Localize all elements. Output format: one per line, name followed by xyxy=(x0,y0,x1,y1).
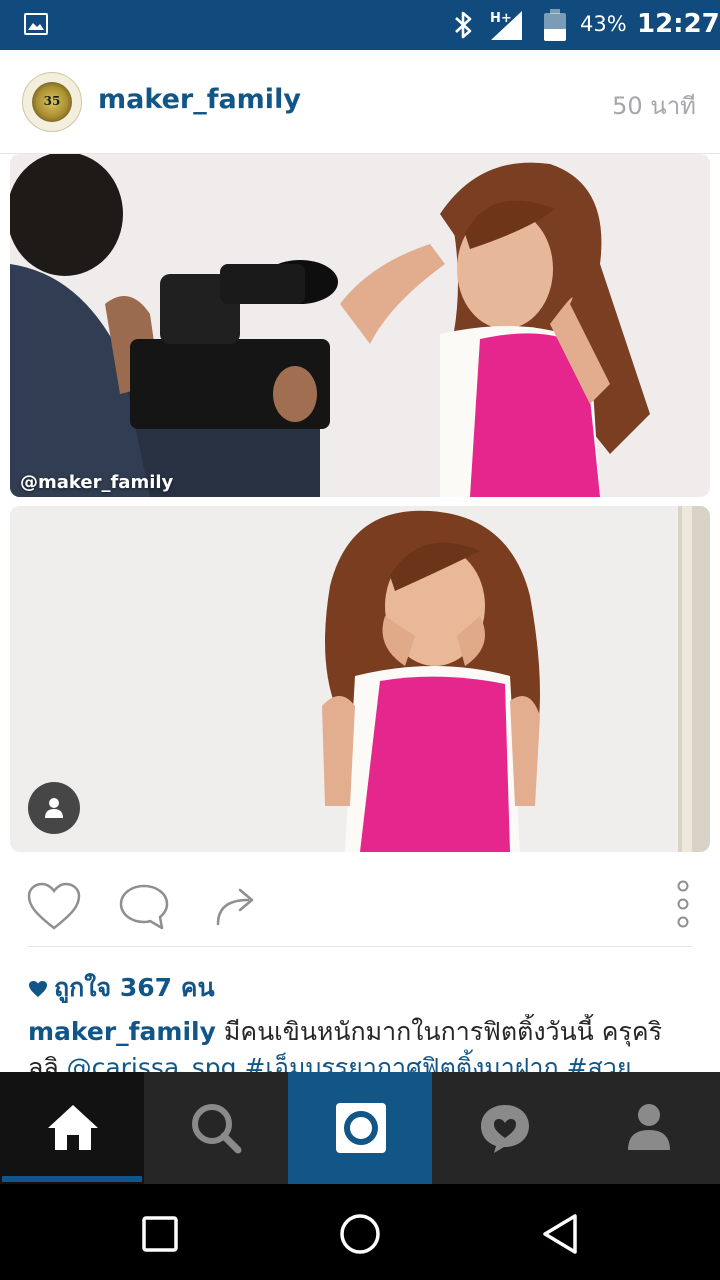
likes-text: ถูกใจ 367 คน xyxy=(54,973,215,1002)
post-header: 35 maker_family 50 นาที xyxy=(0,50,720,154)
tab-activity[interactable] xyxy=(432,1072,576,1184)
tab-profile[interactable] xyxy=(576,1072,720,1184)
caption-username[interactable]: maker_family xyxy=(28,1017,216,1046)
photo-watermark: @maker_family xyxy=(20,472,174,493)
share-icon[interactable] xyxy=(214,882,260,930)
battery-percent: 43% xyxy=(580,12,627,36)
more-options-icon[interactable] xyxy=(672,878,694,932)
search-icon xyxy=(192,1104,242,1154)
home-icon xyxy=(48,1105,98,1150)
bluetooth-icon xyxy=(455,11,472,39)
status-bar: H+ 43% 12:27 xyxy=(0,0,720,50)
profile-icon xyxy=(628,1104,670,1150)
post-photo-1[interactable]: @maker_family xyxy=(10,154,710,497)
avatar-logo: 35 xyxy=(32,82,72,122)
tab-home-indicator xyxy=(2,1176,142,1182)
likes-heart-icon xyxy=(29,981,47,997)
system-navigation-bar xyxy=(0,1184,720,1280)
recent-apps-icon[interactable] xyxy=(140,1214,180,1254)
home-button-icon[interactable] xyxy=(338,1212,382,1256)
avatar[interactable]: 35 xyxy=(22,72,82,132)
post-time: 50 นาที xyxy=(612,92,696,120)
gallery-notification-icon xyxy=(24,13,48,35)
person-tag-icon xyxy=(45,798,63,818)
bottom-tab-bar xyxy=(0,1072,720,1184)
activity-heart-icon xyxy=(481,1105,529,1153)
post-photo-2[interactable] xyxy=(10,506,710,852)
tab-camera[interactable] xyxy=(288,1072,432,1184)
likes-count[interactable]: ถูกใจ 367 คน xyxy=(28,968,215,1008)
back-icon[interactable] xyxy=(540,1212,580,1256)
photo-2-image xyxy=(10,506,710,852)
camera-icon xyxy=(336,1103,386,1153)
battery-icon xyxy=(544,9,566,41)
actions-divider xyxy=(28,946,692,947)
caption-tags[interactable]: @carissa_spg #เอ็มบรรยากาศฟิตติ้งมาฝาก #… xyxy=(67,1053,632,1072)
photo-1-image xyxy=(10,154,710,497)
clock: 12:27 xyxy=(637,9,720,39)
tab-search[interactable] xyxy=(144,1072,288,1184)
post-caption: maker_family มีคนเขินหนักมากในการฟิตติ้งว… xyxy=(28,1014,698,1072)
comment-icon[interactable] xyxy=(118,882,170,932)
tagged-people-button[interactable] xyxy=(28,782,80,834)
tab-home[interactable] xyxy=(0,1072,144,1184)
post-actions xyxy=(0,868,720,946)
post-username[interactable]: maker_family xyxy=(98,84,301,115)
network-type: H+ xyxy=(490,11,512,26)
signal-icon: H+ xyxy=(490,11,522,40)
heart-icon[interactable] xyxy=(26,882,82,932)
